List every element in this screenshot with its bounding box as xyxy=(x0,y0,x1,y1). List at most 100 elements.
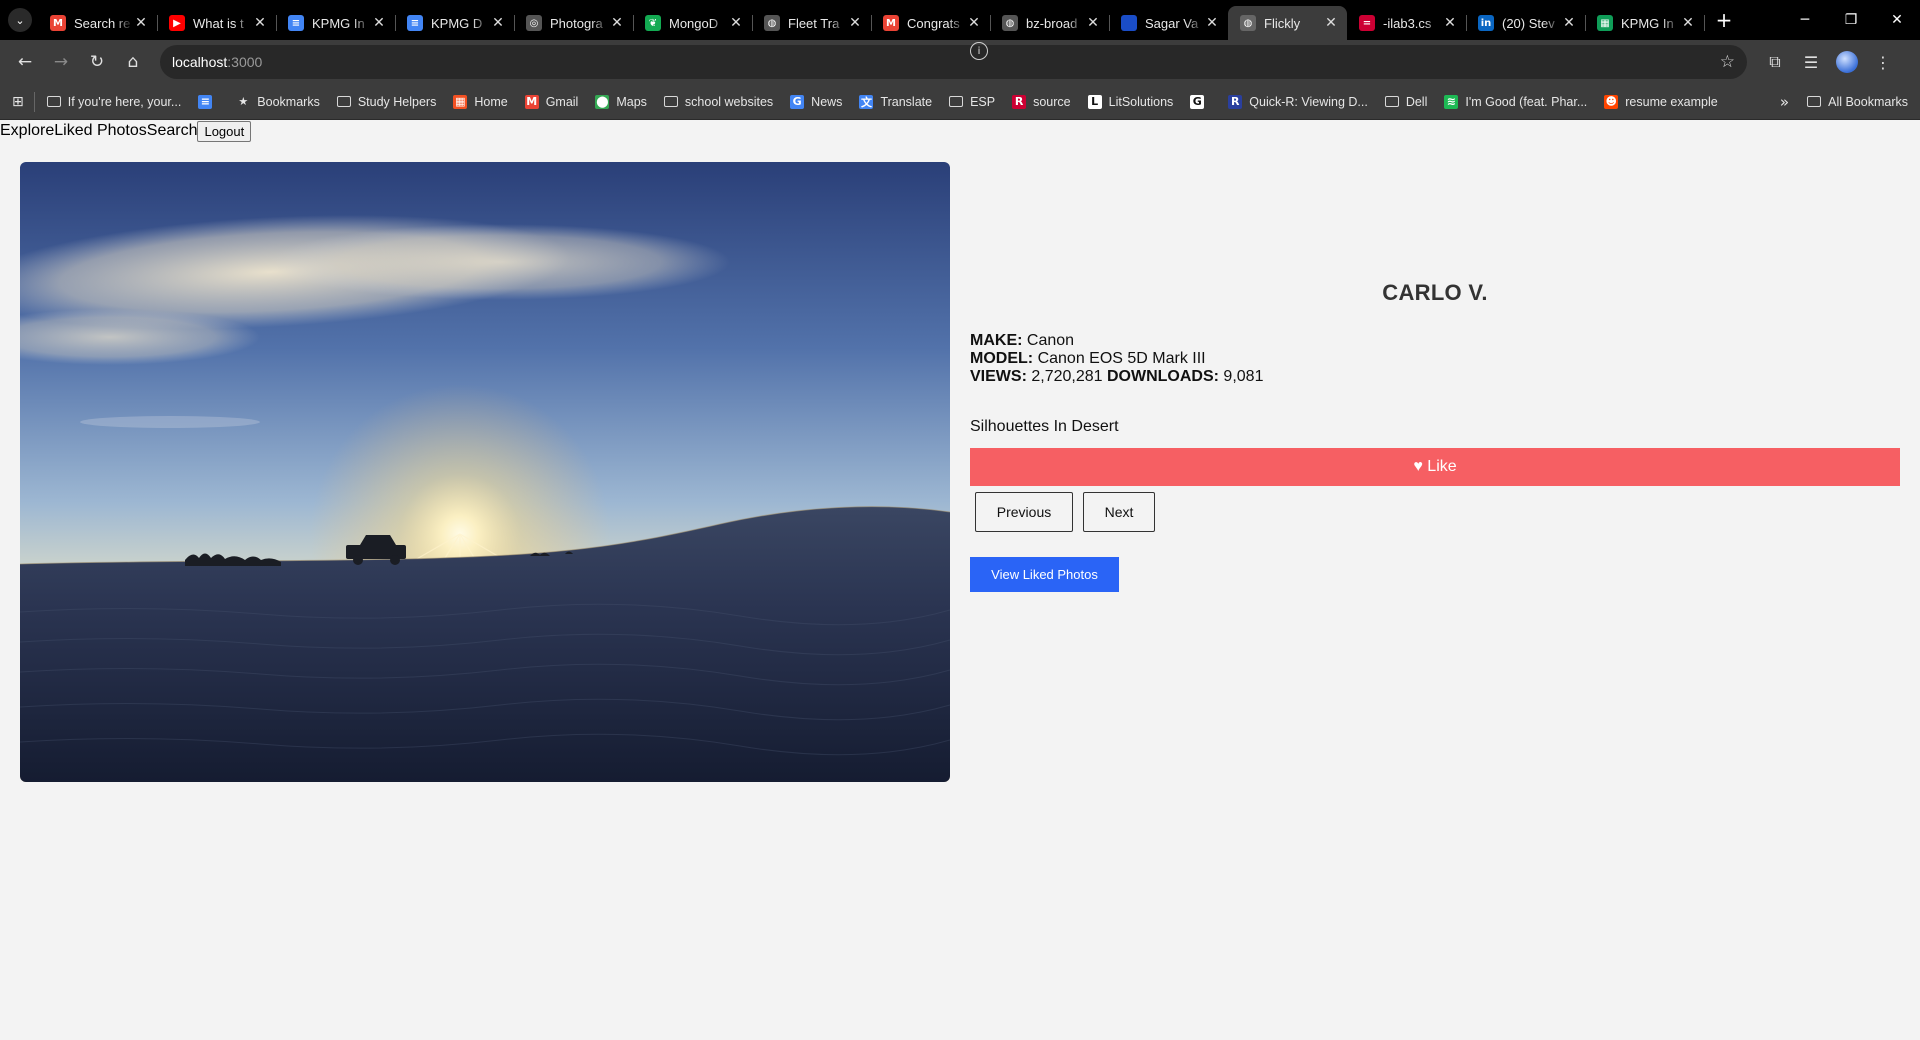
browser-tab[interactable]: ▦ KPMG In ✕ xyxy=(1585,6,1705,40)
bookmark-item[interactable]: school websites xyxy=(663,95,773,109)
close-tab-icon[interactable]: ✕ xyxy=(371,15,387,31)
rutgers-icon: = xyxy=(1359,15,1375,31)
close-tab-icon[interactable]: ✕ xyxy=(133,15,149,31)
spotify-icon: ≋ xyxy=(1444,94,1459,109)
microsoft-icon: ▦ xyxy=(453,94,468,109)
tab-title: KPMG D xyxy=(431,15,483,31)
views-value: 2,720,281 xyxy=(1031,368,1103,385)
back-button[interactable]: ← xyxy=(8,45,42,79)
address-bar[interactable]: i localhost:3000 ☆ xyxy=(160,42,1747,79)
bookmark-item[interactable]: Dell xyxy=(1384,94,1428,109)
docs-icon: ≡ xyxy=(198,94,213,109)
browser-tab[interactable]: M Congrats ✕ xyxy=(871,6,991,40)
apps-icon[interactable]: ⊞ xyxy=(12,94,24,110)
bookmark-item[interactable]: R Quick-R: Viewing D... xyxy=(1228,94,1368,109)
folder-icon xyxy=(1807,96,1822,107)
view-liked-photos-button[interactable]: View Liked Photos xyxy=(970,557,1119,592)
restore-button[interactable]: ❐ xyxy=(1828,0,1874,40)
bookmark-item[interactable]: ≋ I'm Good (feat. Phar... xyxy=(1444,94,1587,109)
close-tab-icon[interactable]: ✕ xyxy=(728,15,744,31)
arrow-right-icon: → xyxy=(53,52,69,72)
tab-title: Congrats xyxy=(907,15,960,31)
close-tab-icon[interactable]: ✕ xyxy=(1561,15,1577,31)
site-info-icon[interactable]: i xyxy=(970,42,988,60)
bookmark-item[interactable]: M Gmail xyxy=(524,94,578,109)
bookmark-label: LitSolutions xyxy=(1108,94,1174,109)
gmail-icon: M xyxy=(524,94,539,109)
browser-tab[interactable]: ◎ Photogra ✕ xyxy=(514,6,634,40)
media-controls-icon[interactable]: ☰ xyxy=(1793,45,1829,79)
bookmark-item[interactable]: L LitSolutions xyxy=(1087,94,1174,109)
browser-tab[interactable]: ≡ KPMG D ✕ xyxy=(395,6,515,40)
browser-tab[interactable]: M Search re ✕ xyxy=(38,6,158,40)
browser-tab[interactable]: ▶ What is t ✕ xyxy=(157,6,277,40)
close-tab-icon[interactable]: ✕ xyxy=(609,15,625,31)
close-tab-icon[interactable]: ✕ xyxy=(1323,15,1339,31)
bookmark-item[interactable]: Rsource xyxy=(1012,94,1071,109)
browser-tab[interactable]: in (20) Stev ✕ xyxy=(1466,6,1586,40)
nav-search-link[interactable]: Search xyxy=(147,122,198,140)
folder-icon xyxy=(46,96,61,107)
logout-button[interactable]: Logout xyxy=(197,120,252,142)
browser-tab[interactable]: Sagar Va ✕ xyxy=(1109,6,1229,40)
minimize-button[interactable]: ─ xyxy=(1782,0,1828,40)
close-tab-icon[interactable]: ✕ xyxy=(847,15,863,31)
close-tab-icon[interactable]: ✕ xyxy=(1204,15,1220,31)
next-button[interactable]: Next xyxy=(1083,492,1155,532)
bookmark-item[interactable]: G xyxy=(1190,94,1211,109)
extensions-icon[interactable]: ⧉ xyxy=(1757,45,1793,79)
close-tab-icon[interactable]: ✕ xyxy=(1085,15,1101,31)
browser-tab[interactable]: ≡ KPMG In ✕ xyxy=(276,6,396,40)
nav-liked-photos-link[interactable]: Liked Photos xyxy=(54,122,147,140)
close-tab-icon[interactable]: ✕ xyxy=(252,15,268,31)
browser-tab[interactable]: ◍ Fleet Tra ✕ xyxy=(752,6,872,40)
close-tab-icon[interactable]: ✕ xyxy=(1442,15,1458,31)
tab-search-button[interactable]: ⌄ xyxy=(8,8,32,32)
bookmark-label: resume example xyxy=(1625,94,1718,109)
browser-toolbar: ← → ↻ ⌂ i localhost:3000 ☆ ⧉ ☰ ⋮ xyxy=(0,40,1920,84)
previous-button[interactable]: Previous xyxy=(975,492,1073,532)
bookmark-item[interactable]: If you're here, your... xyxy=(46,95,181,109)
bookmark-item[interactable]: ☻ resume example xyxy=(1604,94,1718,109)
bookmark-item[interactable]: ESP xyxy=(949,95,995,109)
model-row: MODEL: Canon EOS 5D Mark III xyxy=(970,350,1900,368)
bookmarks-overflow-button[interactable]: » xyxy=(1780,93,1789,111)
close-tab-icon[interactable]: ✕ xyxy=(490,15,506,31)
bookmark-item[interactable]: ★ Bookmarks xyxy=(236,95,319,109)
nav-explore-link[interactable]: Explore xyxy=(0,122,54,140)
menu-kebab-icon[interactable]: ⋮ xyxy=(1865,45,1901,79)
home-button[interactable]: ⌂ xyxy=(116,45,150,79)
bookmark-label: Translate xyxy=(880,94,933,109)
profile-avatar[interactable] xyxy=(1836,51,1858,73)
bookmark-item[interactable]: 文 Translate xyxy=(859,94,933,109)
close-window-button[interactable]: ✕ xyxy=(1874,0,1920,40)
photo-image xyxy=(20,162,950,782)
new-tab-button[interactable]: + xyxy=(1710,6,1738,34)
app-page: Explore Liked Photos Search Logout CARLO… xyxy=(0,120,1920,1040)
bookmark-item[interactable]: ≡ xyxy=(198,94,219,109)
bookmark-item[interactable]: Study Helpers xyxy=(336,95,436,109)
like-button[interactable]: ♥ Like xyxy=(970,448,1900,486)
tab-title: Photogra xyxy=(550,15,603,31)
docs-icon: ≡ xyxy=(288,15,304,31)
forward-button[interactable]: → xyxy=(44,45,78,79)
gmail-icon: M xyxy=(883,15,899,31)
bookmark-star-icon[interactable]: ☆ xyxy=(1720,52,1735,72)
reload-button[interactable]: ↻ xyxy=(80,45,114,79)
bookmark-item[interactable]: ⬤ Maps xyxy=(595,94,647,109)
bookmark-item[interactable]: G News xyxy=(790,94,842,109)
browser-tab[interactable]: ❦ MongoD ✕ xyxy=(633,6,753,40)
browser-tab[interactable]: ◍ bz-broad ✕ xyxy=(990,6,1110,40)
bookmark-item[interactable]: ▦ Home xyxy=(453,94,508,109)
browser-tab[interactable]: = -ilab3.cs ✕ xyxy=(1347,6,1467,40)
app-nav: Explore Liked Photos Search Logout xyxy=(0,120,1920,142)
all-bookmarks-button[interactable]: All Bookmarks xyxy=(1807,95,1908,109)
bookmark-label: Dell xyxy=(1405,94,1428,109)
browser-tab[interactable]: ◍ Flickly ✕ xyxy=(1228,6,1347,40)
tab-title: MongoD xyxy=(669,15,719,31)
mongodb-icon: ❦ xyxy=(645,15,661,31)
close-tab-icon[interactable]: ✕ xyxy=(966,15,982,31)
photo-details: CARLO V. MAKE: Canon MODEL: Canon EOS 5D… xyxy=(970,162,1900,592)
quickr-icon: R xyxy=(1228,94,1243,109)
close-tab-icon[interactable]: ✕ xyxy=(1680,15,1696,31)
